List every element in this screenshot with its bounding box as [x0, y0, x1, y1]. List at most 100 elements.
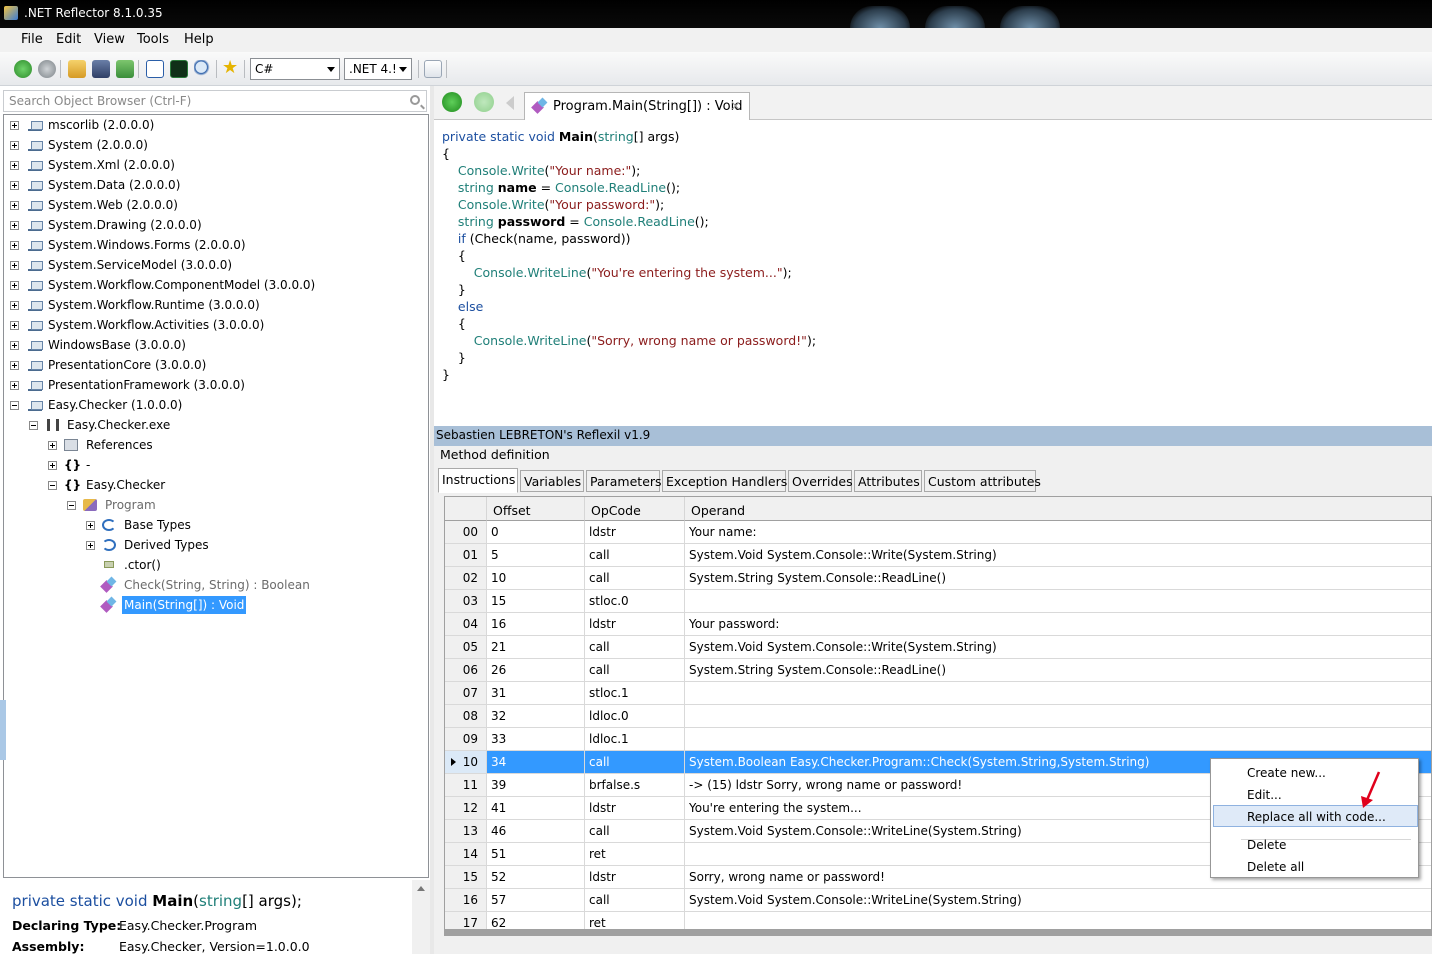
menu-edit[interactable]: Edit — [56, 32, 81, 47]
expand-icon[interactable] — [10, 281, 19, 290]
expand-icon[interactable] — [10, 341, 19, 350]
menu-file[interactable]: File — [21, 32, 43, 47]
menu-help[interactable]: Help — [184, 32, 214, 47]
table-row[interactable]: 08 32 ldloc.0 — [445, 705, 1431, 728]
table-row[interactable]: 07 31 stloc.1 — [445, 682, 1431, 705]
expand-icon[interactable] — [10, 261, 19, 270]
menu-item-create-new[interactable]: Create new... — [1213, 761, 1418, 783]
bookmark-star-icon[interactable]: ★ — [222, 59, 240, 78]
tree-item-label: References — [86, 438, 153, 452]
table-row[interactable]: 16 57 call System.Void System.Console::Writ… — [445, 889, 1431, 912]
table-row[interactable]: 03 15 stloc.0 — [445, 590, 1431, 613]
toolbar-separator — [60, 60, 61, 78]
expand-icon[interactable] — [10, 141, 19, 150]
tree-item-label: - — [86, 458, 91, 472]
reflexil-addin-icon[interactable] — [424, 60, 442, 78]
tab-custom-attributes[interactable]: Custom attributes — [924, 470, 1041, 492]
menu-view[interactable]: View — [94, 32, 125, 47]
assembly-icon — [28, 139, 43, 151]
tree-item-label: System.ServiceModel (3.0.0.0) — [48, 258, 233, 272]
expand-icon[interactable] — [48, 461, 57, 470]
column-header-opcode[interactable]: OpCode — [585, 497, 685, 521]
search-icon[interactable] — [194, 60, 212, 78]
history-back-icon[interactable] — [506, 96, 514, 110]
tab-variables[interactable]: Variables — [520, 470, 584, 492]
back-icon[interactable] — [14, 60, 32, 78]
collapse-icon[interactable] — [10, 401, 19, 410]
tab-overrides[interactable]: Overrides — [788, 470, 853, 492]
refresh-icon[interactable] — [116, 60, 134, 78]
disassembler-icon[interactable] — [146, 60, 164, 78]
grid-footer — [445, 929, 1431, 935]
panel-edge-handle[interactable] — [0, 700, 6, 760]
reflector-app-icon — [4, 6, 18, 20]
info-scrollbar[interactable] — [412, 880, 430, 954]
framework-select[interactable]: .NET 4.! — [344, 58, 412, 80]
language-select[interactable]: C# — [250, 58, 340, 80]
caption-glow — [1000, 6, 1060, 28]
namespace-icon: {} — [64, 458, 82, 472]
caption-glow — [925, 6, 985, 28]
expand-icon[interactable] — [10, 201, 19, 210]
back-icon[interactable] — [442, 92, 462, 112]
column-header-operand[interactable]: Operand — [685, 497, 1431, 521]
tree-item-label: System.Xml (2.0.0.0) — [48, 158, 175, 172]
code-line: Console.Write("Your password:"); — [457, 197, 665, 212]
scroll-up-icon[interactable] — [417, 886, 425, 891]
expand-icon[interactable] — [10, 321, 19, 330]
menu-item-replace-all-with-code[interactable]: Replace all with code... — [1213, 805, 1418, 827]
chevron-down-icon — [327, 67, 335, 72]
table-row[interactable]: 05 21 call System.Void System.Console::Writ… — [445, 636, 1431, 659]
expand-icon[interactable] — [10, 381, 19, 390]
analyzer-icon[interactable] — [170, 60, 188, 78]
tree-item-label: PresentationCore (3.0.0.0) — [48, 358, 207, 372]
tree-item-label: System.Drawing (2.0.0.0) — [48, 218, 202, 232]
expand-icon[interactable] — [10, 301, 19, 310]
tree-item-label: Easy.Checker — [86, 478, 166, 492]
assembly-icon — [28, 399, 43, 411]
menu-item-delete[interactable]: Delete — [1213, 833, 1418, 855]
column-header-offset[interactable]: Offset — [487, 497, 585, 521]
collapse-icon[interactable] — [48, 481, 57, 490]
collapse-icon[interactable] — [67, 501, 76, 510]
forward-icon[interactable] — [38, 60, 56, 78]
expand-icon[interactable] — [10, 221, 19, 230]
code-line: Console.WriteLine("Sorry, wrong name or … — [473, 333, 817, 348]
menu-item-edit[interactable]: Edit... — [1213, 783, 1418, 805]
expand-icon[interactable] — [86, 521, 95, 530]
tab-exception-handlers[interactable]: Exception Handlers — [662, 470, 787, 492]
close-icon[interactable]: × — [730, 99, 741, 114]
table-row[interactable]: 06 26 call System.String System.Console::Re… — [445, 659, 1431, 682]
tree-item-label: System.Workflow.Runtime (3.0.0.0) — [48, 298, 260, 312]
toolbar-separator — [244, 60, 245, 78]
expand-icon[interactable] — [10, 241, 19, 250]
tab-parameters[interactable]: Parameters — [586, 470, 662, 492]
expand-icon[interactable] — [10, 121, 19, 130]
table-row[interactable]: 09 33 ldloc.1 — [445, 728, 1431, 751]
assembly-tree[interactable]: mscorlib (2.0.0.0) System (2.0.0.0) Syst… — [3, 114, 429, 878]
search-placeholder: Search Object Browser (Ctrl-F) — [9, 94, 192, 108]
assembly-icon — [28, 239, 43, 251]
table-row[interactable]: 02 10 call System.String System.Console::Re… — [445, 567, 1431, 590]
table-row[interactable]: 01 5 call System.Void System.Console::Write… — [445, 544, 1431, 567]
tab-instructions[interactable]: Instructions — [438, 468, 518, 493]
document-tab[interactable]: Program.Main(String[]) : Void × — [524, 92, 750, 120]
open-folder-icon[interactable] — [68, 60, 86, 78]
table-row[interactable]: 04 16 ldstr Your password: — [445, 613, 1431, 636]
expand-icon[interactable] — [48, 441, 57, 450]
search-input[interactable]: Search Object Browser (Ctrl-F) — [3, 90, 427, 112]
tab-attributes[interactable]: Attributes — [854, 470, 922, 492]
collapse-icon[interactable] — [29, 421, 38, 430]
save-icon[interactable] — [92, 60, 110, 78]
toolbar-separator — [418, 60, 419, 78]
expand-icon[interactable] — [10, 181, 19, 190]
table-row[interactable]: 00 0 ldstr Your name: — [445, 521, 1431, 544]
expand-icon[interactable] — [86, 541, 95, 550]
tree-item-label: Base Types — [124, 518, 191, 532]
menu-item-delete-all[interactable]: Delete all — [1213, 855, 1418, 877]
expand-icon[interactable] — [10, 161, 19, 170]
tree-item-label: System.Windows.Forms (2.0.0.0) — [48, 238, 246, 252]
menu-tools[interactable]: Tools — [137, 32, 169, 47]
forward-icon[interactable] — [474, 92, 494, 112]
expand-icon[interactable] — [10, 361, 19, 370]
